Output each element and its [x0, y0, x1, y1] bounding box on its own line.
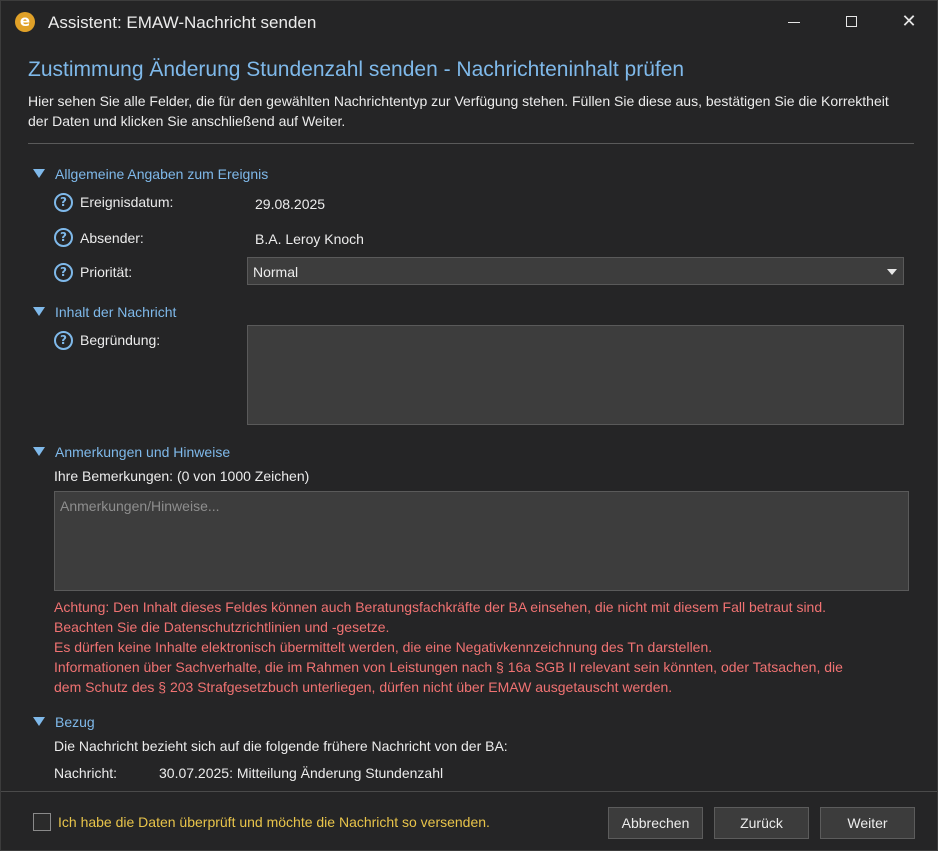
warning-line: Informationen über Sachverhalte, die im … [54, 659, 843, 675]
close-icon: ✕ [901, 11, 917, 32]
sender-value: B.A. Leroy Knoch [255, 231, 364, 247]
section-general-toggle[interactable] [33, 167, 47, 181]
section-reference-title[interactable]: Bezug [55, 714, 95, 730]
privacy-warning: Achtung: Den Inhalt dieses Feldes können… [54, 597, 914, 697]
section-remarks-title[interactable]: Anmerkungen und Hinweise [55, 444, 230, 460]
footer-bar: Ich habe die Daten überprüft und möchte … [1, 791, 937, 850]
warning-line: dem Schutz des § 203 Strafgesetzbuch unt… [54, 679, 673, 695]
priority-selected-value: Normal [253, 264, 299, 280]
page-description: Hier sehen Sie alle Felder, die für den … [28, 93, 889, 129]
priority-select[interactable]: Normal [247, 257, 904, 285]
next-button[interactable]: Weiter [820, 807, 915, 839]
wizard-window: e Assistent: EMAW-Nachricht senden ✕ Zus… [0, 0, 938, 851]
help-icon-priority[interactable]: ? [54, 263, 73, 282]
help-icon-event-date[interactable]: ? [54, 193, 73, 212]
remarks-counter-label: Ihre Bemerkungen: (0 von 1000 Zeichen) [54, 468, 310, 484]
back-button[interactable]: Zurück [714, 807, 809, 839]
reference-intro: Die Nachricht bezieht sich auf die folge… [54, 738, 508, 754]
minimize-icon [788, 22, 800, 23]
warning-line: Achtung: Den Inhalt dieses Feldes können… [54, 599, 827, 615]
sender-label: Absender: [80, 230, 144, 246]
section-content-title[interactable]: Inhalt der Nachricht [55, 304, 176, 320]
collapse-triangle-icon [33, 447, 45, 456]
remarks-placeholder: Anmerkungen/Hinweise... [60, 498, 220, 514]
divider [28, 143, 914, 144]
confirm-checkbox[interactable] [33, 813, 51, 831]
priority-label: Priorität: [80, 264, 133, 280]
title-bar[interactable]: e Assistent: EMAW-Nachricht senden ✕ [1, 1, 937, 43]
warning-line: Beachten Sie die Datenschutzrichtlinien … [54, 619, 390, 635]
cancel-button[interactable]: Abbrechen [608, 807, 703, 839]
reason-textarea[interactable] [247, 325, 904, 425]
chevron-down-icon [887, 269, 897, 275]
confirm-checkbox-label[interactable]: Ich habe die Daten überprüft und möchte … [58, 814, 490, 830]
close-button[interactable]: ✕ [880, 1, 938, 43]
collapse-triangle-icon [33, 717, 45, 726]
maximize-icon [846, 16, 857, 27]
event-date-label: Ereignisdatum: [80, 194, 174, 210]
minimize-button[interactable] [765, 1, 823, 43]
maximize-button[interactable] [823, 1, 881, 43]
remarks-textarea[interactable]: Anmerkungen/Hinweise... [54, 491, 909, 591]
section-remarks-toggle[interactable] [33, 445, 47, 459]
reference-message-label: Nachricht: [54, 765, 118, 781]
help-icon-reason[interactable]: ? [54, 331, 73, 350]
reference-message-value: 30.07.2025: Mitteilung Änderung Stundenz… [159, 765, 444, 781]
window-title: Assistent: EMAW-Nachricht senden [48, 13, 317, 32]
section-content-toggle[interactable] [33, 305, 47, 319]
collapse-triangle-icon [33, 169, 45, 178]
help-icon-sender[interactable]: ? [54, 228, 73, 247]
reason-label: Begründung: [80, 332, 161, 348]
page-title: Zustimmung Änderung Stundenzahl senden -… [28, 58, 685, 81]
app-logo-icon: e [15, 12, 35, 32]
section-reference-toggle[interactable] [33, 715, 47, 729]
event-date-value: 29.08.2025 [255, 196, 326, 212]
collapse-triangle-icon [33, 307, 45, 316]
section-general-title[interactable]: Allgemeine Angaben zum Ereignis [55, 166, 268, 182]
warning-line: Es dürfen keine Inhalte elektronisch übe… [54, 639, 713, 655]
